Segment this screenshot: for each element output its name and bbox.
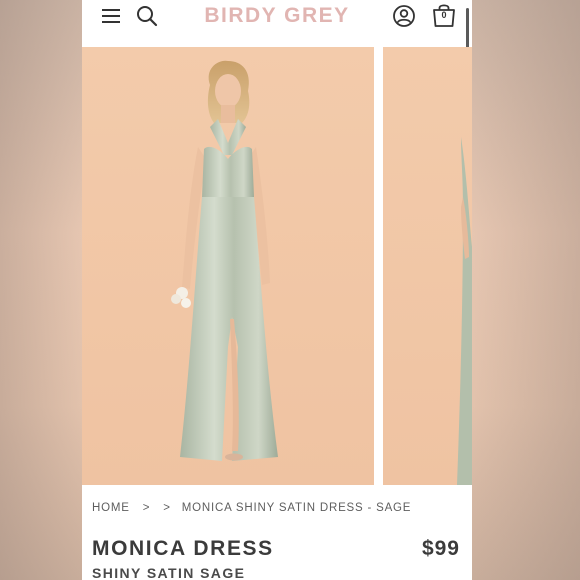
model-dress-partial-illustration (457, 137, 472, 485)
background-shade-right (472, 0, 580, 580)
product-variant: SHINY SATIN SAGE (92, 565, 246, 580)
product-price: $99 (421, 537, 460, 560)
product-image-next[interactable] (383, 47, 472, 485)
breadcrumb-separator: > (142, 502, 151, 514)
breadcrumb-current-page[interactable]: MONICA SHINY SATIN DRESS - SAGE (182, 502, 412, 514)
product-title: MONICA DRESS (92, 537, 274, 560)
breadcrumb-home-link[interactable]: HOME (92, 502, 130, 514)
product-image-gallery[interactable] (82, 47, 472, 485)
product-image-main[interactable] (82, 47, 374, 485)
site-header: BIRDY GREY 0 (82, 0, 472, 94)
account-icon[interactable] (392, 4, 416, 28)
mobile-screen: BIRDY GREY 0 HOME > > MONICA SHINY SATIN… (82, 0, 472, 580)
shopping-bag-icon[interactable]: 0 (431, 2, 457, 28)
bag-count-badge: 0 (441, 10, 447, 20)
breadcrumb-separator: > (163, 502, 171, 514)
background-shade-left (0, 0, 82, 580)
model-dress-illustration (171, 60, 278, 461)
breadcrumb: HOME > > MONICA SHINY SATIN DRESS - SAGE (92, 502, 411, 518)
